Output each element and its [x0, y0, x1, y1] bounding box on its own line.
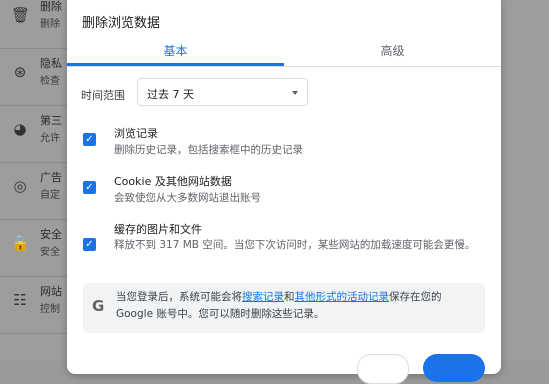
tab-divider [67, 66, 501, 67]
google-account-info: G 当您登录后，系统可能会将搜索记录和其他形式的活动记录保存在您的 Google… [83, 283, 485, 333]
time-range-select[interactable]: 过去 7 天 [137, 78, 308, 106]
settings-row-subtitle: 删除 [40, 19, 60, 30]
ads-icon: ◎ [13, 177, 27, 195]
settings-row[interactable]: ◕ 第三允许 [0, 100, 75, 163]
time-range-value: 过去 7 天 [147, 88, 194, 101]
settings-row-title: 网站 [40, 285, 62, 298]
settings-row-title: 广告 [40, 171, 62, 184]
sliders-icon: ☷ [13, 291, 27, 309]
settings-row-subtitle: 允许 [40, 133, 60, 144]
settings-background-right [502, 0, 549, 62]
checkbox-browsing-history[interactable]: ✓ [83, 133, 96, 146]
settings-row[interactable]: ⊛ 隐私检查 [0, 43, 75, 106]
settings-row[interactable]: ☷ 网站控制 [0, 271, 75, 334]
settings-row-subtitle: 控制 [40, 304, 60, 315]
settings-row-title: 安全 [40, 228, 62, 241]
time-range-label: 时间范围 [81, 89, 125, 102]
item-browsing-history-desc: 删除历史记录，包括搜索框中的历史记录 [114, 144, 303, 156]
search-history-link[interactable]: 搜索记录 [242, 291, 284, 303]
item-cookies-title: Cookie 及其他网站数据 [114, 175, 232, 188]
google-icon: G [92, 297, 105, 315]
checkbox-cookies[interactable]: ✓ [83, 181, 96, 194]
checkbox-cache[interactable]: ✓ [83, 238, 96, 251]
tab-advanced[interactable]: 高级 [284, 42, 501, 66]
settings-row-title: 第三 [40, 114, 62, 127]
settings-row-subtitle: 自定 [40, 190, 60, 201]
settings-row[interactable]: 🗑 删除 删除 [0, 0, 75, 49]
item-browsing-history-title: 浏览记录 [114, 127, 158, 140]
clear-browsing-data-dialog: 删除浏览数据 基本 高级 时间范围 过去 7 天 ✓ 浏览记录 删除历史记录，包… [67, 0, 501, 384]
compass-icon: ⊛ [13, 63, 27, 81]
settings-row[interactable]: ◎ 广告自定 [0, 157, 75, 220]
settings-row-title: 隐私 [40, 57, 62, 70]
info-text: 当您登录后，系统可能会将搜索记录和其他形式的活动记录保存在您的 Google 账… [116, 289, 476, 323]
dropdown-arrow-icon [292, 91, 298, 95]
dialog-title: 删除浏览数据 [82, 16, 161, 31]
cancel-button[interactable] [357, 354, 409, 384]
clear-data-button[interactable] [423, 354, 485, 382]
item-cookies-desc: 会致使您从大多数网站退出账号 [114, 192, 261, 204]
info-text-prefix: 当您登录后，系统可能会将 [116, 291, 242, 303]
item-cache-title: 缓存的图片和文件 [114, 223, 202, 236]
settings-row-subtitle: 检查 [40, 76, 60, 87]
item-cache-desc: 释放不到 317 MB 空间。当您下次访问时，某些网站的加载速度可能会更慢。 [114, 239, 476, 251]
settings-row-subtitle: 安全 [40, 247, 60, 258]
info-text-middle: 和 [284, 291, 295, 303]
trash-icon: 🗑 [11, 6, 31, 24]
cookie-icon: ◕ [13, 120, 27, 138]
settings-row-title: 删除 [40, 0, 62, 13]
lock-icon: 🔒 [11, 234, 30, 252]
settings-row[interactable]: 🔒 安全 安全 [0, 214, 75, 277]
other-activity-link[interactable]: 其他形式的活动记录 [295, 291, 390, 303]
